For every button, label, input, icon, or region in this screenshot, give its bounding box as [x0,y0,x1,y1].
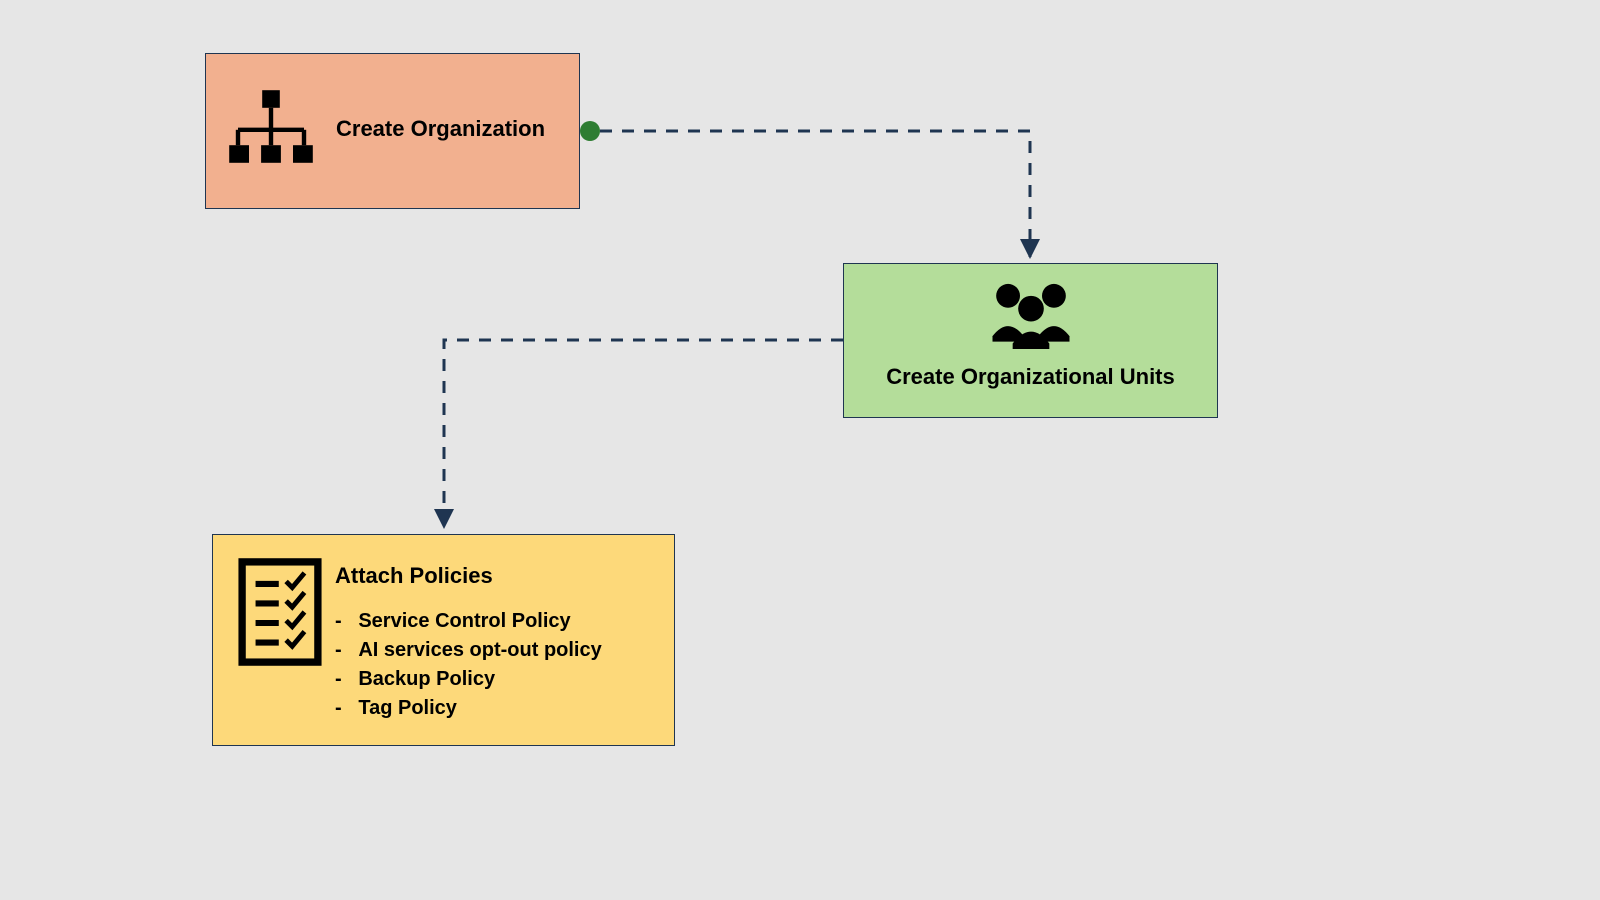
node-ou-label: Create Organizational Units [844,364,1217,390]
connector-org-to-ou [600,131,1030,257]
hierarchy-icon [216,77,326,187]
policy-item: - Backup Policy [335,665,659,694]
start-dot [580,121,600,141]
policy-item: - Service Control Policy [335,607,659,636]
policy-item: - AI services opt-out policy [335,636,659,665]
node-org-label: Create Organization [336,116,545,142]
node-pol-label: Attach Policies [335,563,659,589]
users-icon [976,276,1086,356]
node-attach-policies: Attach Policies - Service Control Policy… [212,534,675,746]
policy-item: - Tag Policy [335,694,659,723]
checklist-icon [235,557,325,667]
connector-ou-to-pol [444,340,843,527]
node-create-organization: Create Organization [205,53,580,209]
node-create-ou: Create Organizational Units [843,263,1218,418]
